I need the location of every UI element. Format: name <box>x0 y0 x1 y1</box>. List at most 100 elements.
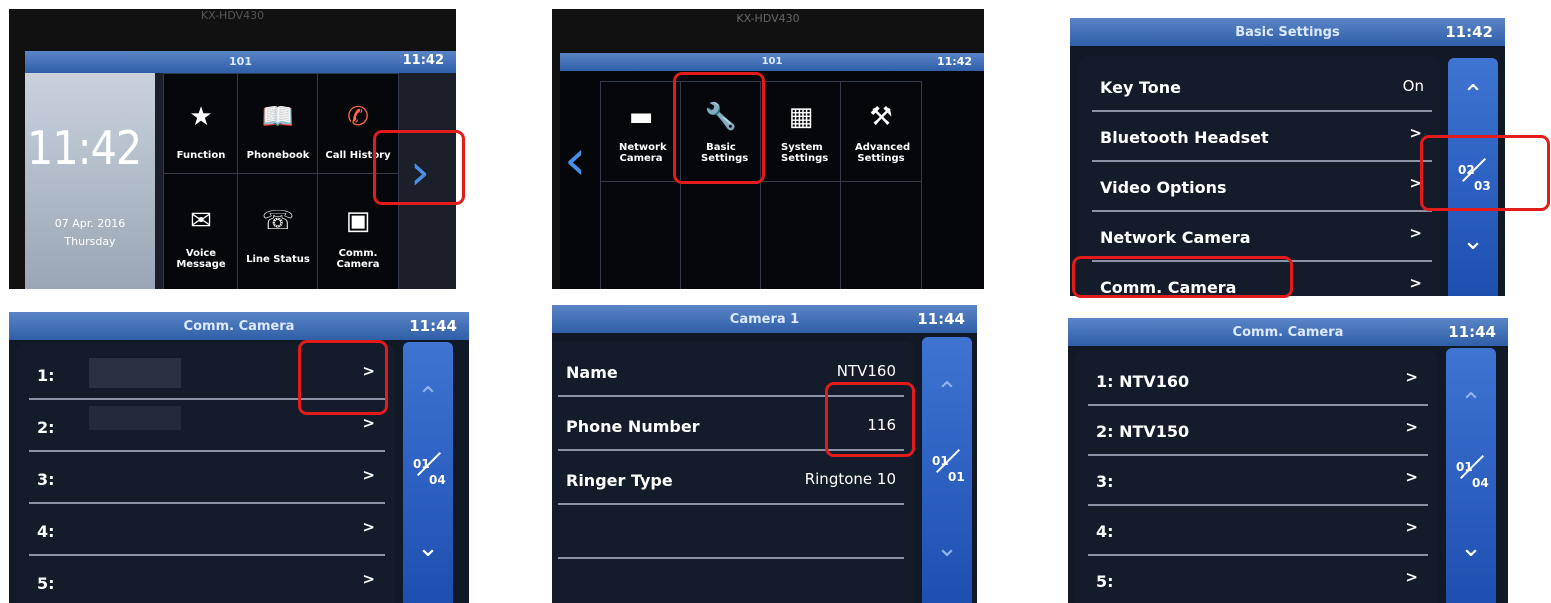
network-camera-button[interactable]: ▬ Network Camera <box>600 81 682 183</box>
screen-title: Basic Settings <box>1235 25 1340 40</box>
list-item-camera-5[interactable]: 5: > <box>29 558 385 603</box>
call-history-button[interactable]: ✆ Call History <box>317 73 399 175</box>
chevron-right-icon: > <box>1405 518 1418 536</box>
envelope-icon: ✉ <box>190 206 212 236</box>
camera-icon: ▬ <box>628 102 654 132</box>
chevron-right-icon: > <box>362 570 375 588</box>
previous-page-arrow[interactable]: ‹ <box>564 133 586 189</box>
list-item-phone-number[interactable]: Phone Number 116 <box>558 401 904 451</box>
function-button[interactable]: ★ Function <box>163 73 239 175</box>
big-clock: 11:42 <box>27 121 142 175</box>
comm-camera-button[interactable]: ▣ Comm. Camera <box>317 173 399 289</box>
phone-icon: ☏ <box>261 206 295 236</box>
list-item-camera-2[interactable]: 2: NTV150 > <box>1088 406 1428 456</box>
advanced-settings-button[interactable]: ⚒ Advanced Settings <box>840 81 922 183</box>
screen-title: Camera 1 <box>729 312 800 327</box>
chevron-right-icon: > <box>1409 274 1422 292</box>
list-item-camera-4[interactable]: 4: > <box>1088 506 1428 556</box>
scroll-column: ⌃ 02 03 ⌄ <box>1448 58 1498 296</box>
scroll-column: ⌃ 01 01 ⌄ <box>922 337 972 603</box>
clock-panel: 11:42 07 Apr. 2016 Thursday <box>25 73 155 289</box>
screen-header: Comm. Camera 11:44 <box>1068 318 1508 346</box>
line-status-button[interactable]: ☏ Line Status <box>237 173 319 289</box>
list-item-camera-3[interactable]: 3: > <box>1088 456 1428 506</box>
chevron-right-icon: > <box>362 518 375 536</box>
intercom-icon: ▣ <box>345 206 371 236</box>
list-item-camera-3[interactable]: 3: > <box>29 454 385 504</box>
list-item-bluetooth-headset[interactable]: Bluetooth Headset > <box>1092 112 1432 162</box>
scroll-up-button[interactable]: ⌃ <box>1446 388 1496 418</box>
scroll-up-button[interactable]: ⌃ <box>1448 80 1498 110</box>
status-clock: 11:44 <box>917 310 965 328</box>
star-icon: ★ <box>189 102 213 132</box>
screen-home: KX-HDV430 101 11:42 11:42 07 Apr. 2016 T… <box>9 9 456 289</box>
list-item-empty <box>558 509 904 559</box>
list-item-video-options[interactable]: Video Options > <box>1092 162 1432 212</box>
screen-title: Comm. Camera <box>1232 325 1344 340</box>
day-text: Thursday <box>64 235 116 248</box>
scroll-column: ⌃ 01 04 ⌄ <box>403 342 453 603</box>
next-page-arrow[interactable]: › <box>410 147 430 197</box>
screen-header: Comm. Camera 11:44 <box>9 312 469 340</box>
list-item-key-tone[interactable]: Key Tone On <box>1092 62 1432 112</box>
list-item-network-camera[interactable]: Network Camera > <box>1092 212 1432 262</box>
scroll-down-button[interactable]: ⌄ <box>922 533 972 563</box>
extension-number: 101 <box>229 55 252 68</box>
book-icon: 📖 <box>261 102 295 132</box>
call-history-icon: ✆ <box>347 102 369 132</box>
status-clock: 11:42 <box>936 55 972 68</box>
status-clock: 11:44 <box>409 317 457 335</box>
screen-basic-settings: Basic Settings 11:42 Key Tone On Bluetoo… <box>1070 18 1505 296</box>
wrench-icon: 🔧 <box>704 102 738 132</box>
scroll-down-button[interactable]: ⌄ <box>1448 226 1498 256</box>
screen-comm-camera-list: Comm. Camera 11:44 1: > 2: > 3: > 4: > 5… <box>9 312 469 603</box>
list-item-comm-camera[interactable]: Comm. Camera > <box>1092 262 1432 296</box>
screen-comm-camera-registered: Comm. Camera 11:44 1: NTV160 > 2: NTV150… <box>1068 318 1508 603</box>
list-item-name[interactable]: Name NTV160 <box>558 347 904 397</box>
model-label: KX-HDV430 <box>736 12 800 25</box>
screen-menu: KX-HDV430 101 11:42 ‹ ▬ Network Camera 🔧… <box>552 9 984 289</box>
chevron-right-icon: > <box>362 414 375 432</box>
scroll-column: ⌃ 01 04 ⌄ <box>1446 348 1496 603</box>
scroll-up-button[interactable]: ⌃ <box>922 377 972 407</box>
chevron-right-icon: > <box>1405 418 1418 436</box>
list-item-empty <box>558 563 904 603</box>
list-item-camera-1[interactable]: 1: NTV160 > <box>1088 356 1428 406</box>
phonebook-button[interactable]: 📖 Phonebook <box>237 73 319 175</box>
list-item-camera-1[interactable]: 1: > <box>29 350 385 400</box>
date-text: 07 Apr. 2016 <box>54 217 126 230</box>
scroll-down-button[interactable]: ⌄ <box>1446 533 1496 563</box>
chevron-right-icon: > <box>1405 368 1418 386</box>
chevron-right-icon: > <box>1409 124 1422 142</box>
redacted-name <box>89 358 181 388</box>
system-settings-icon: ▦ <box>788 102 814 132</box>
empty-tile <box>840 181 922 289</box>
tools-icon: ⚒ <box>869 102 893 132</box>
voice-message-button[interactable]: ✉ Voice Message <box>163 173 239 289</box>
status-bar: 101 11:42 <box>25 51 456 73</box>
empty-tile <box>760 181 842 289</box>
status-clock: 11:44 <box>1448 323 1496 341</box>
screen-header: Camera 1 11:44 <box>552 305 977 333</box>
basic-settings-button[interactable]: 🔧 Basic Settings <box>680 81 762 183</box>
chevron-right-icon: > <box>1409 224 1422 242</box>
chevron-right-icon: > <box>362 362 375 380</box>
list-item-ringer-type[interactable]: Ringer Type Ringtone 10 <box>558 455 904 505</box>
chevron-right-icon: > <box>1409 174 1422 192</box>
system-settings-button[interactable]: ▦ System Settings <box>760 81 842 183</box>
model-label: KX-HDV430 <box>200 9 265 22</box>
screen-header: Basic Settings 11:42 <box>1070 18 1505 46</box>
list-item-camera-2[interactable]: 2: > <box>29 402 385 452</box>
list-item-camera-4[interactable]: 4: > <box>29 506 385 556</box>
status-clock: 11:42 <box>402 53 444 68</box>
chevron-right-icon: > <box>362 466 375 484</box>
scroll-up-button[interactable]: ⌃ <box>403 382 453 412</box>
chevron-right-icon: > <box>1405 568 1418 586</box>
screen-camera-1: Camera 1 11:44 Name NTV160 Phone Number … <box>552 305 977 603</box>
status-clock: 11:42 <box>1445 23 1493 41</box>
extension-number: 101 <box>761 56 783 67</box>
list-item-camera-5[interactable]: 5: > <box>1088 556 1428 603</box>
status-bar: 101 11:42 <box>560 53 984 71</box>
scroll-down-button[interactable]: ⌄ <box>403 533 453 563</box>
empty-tile <box>680 181 762 289</box>
